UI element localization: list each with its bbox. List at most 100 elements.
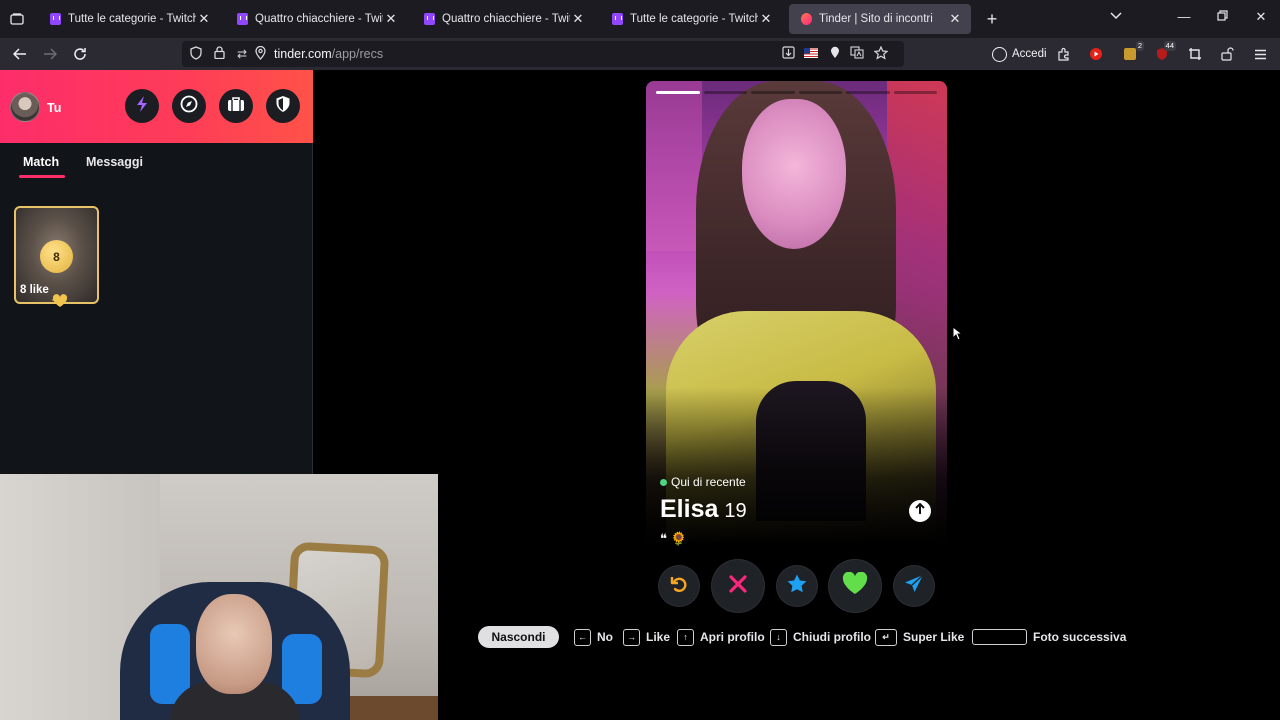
browser-tab-active[interactable]: Tinder | Sito di incontri ✕: [789, 4, 971, 34]
hint-close-profile: ↓ Chiudi profilo: [770, 627, 871, 647]
hint-super-like: ↵ Super Like: [875, 627, 964, 647]
ublock-icon[interactable]: 44: [1152, 41, 1176, 64]
user-name[interactable]: Tu: [47, 101, 61, 115]
sidebar-tabs: Match Messaggi: [0, 143, 313, 183]
profile-age: 19: [724, 500, 747, 522]
tab-list-icon[interactable]: [4, 7, 30, 31]
open-profile-button[interactable]: [909, 500, 931, 522]
download-page-icon[interactable]: [780, 46, 796, 62]
menu-icon[interactable]: [1250, 44, 1270, 64]
avatar[interactable]: [10, 92, 40, 122]
youtube-extension-icon[interactable]: [1086, 44, 1106, 64]
likes-count-badge: 8: [40, 240, 73, 273]
rewind-button[interactable]: [659, 566, 699, 606]
tab-title: Quattro chiacchiere - Twitch: [255, 13, 383, 25]
tab-messaggi[interactable]: Messaggi: [86, 155, 143, 169]
send-button[interactable]: [894, 566, 934, 606]
close-icon[interactable]: ✕: [570, 11, 586, 27]
tracking-shield-icon[interactable]: [188, 46, 204, 62]
hint-like: → Like: [623, 627, 670, 647]
tab-match[interactable]: Match: [18, 155, 66, 178]
action-buttons: [652, 559, 942, 613]
crop-icon[interactable]: [1185, 44, 1205, 64]
browser-nav-bar: ⇄ tinder.com/app/recs Accedi 2 44: [0, 38, 1280, 70]
extension-icon[interactable]: 2: [1120, 41, 1144, 64]
window-close-icon[interactable]: ✕: [1251, 9, 1271, 25]
translate-icon[interactable]: [849, 46, 865, 62]
webcam-person-head: [196, 594, 272, 694]
hint-next-photo-label: Foto successiva: [1033, 630, 1127, 644]
shield-icon: [275, 95, 291, 118]
photo-progress-segment[interactable]: [893, 91, 937, 94]
recently-active-label: Qui di recente: [671, 475, 746, 489]
boost-button[interactable]: [125, 89, 159, 123]
like-icon: [842, 571, 868, 600]
arrow-up-icon: [915, 502, 925, 520]
arrow-right-key-icon: →: [623, 628, 640, 646]
photo-progress-segment[interactable]: [656, 91, 700, 94]
account-icon: [992, 46, 1007, 62]
work-button[interactable]: [219, 89, 253, 123]
hint-next-photo: Foto successiva: [972, 627, 1126, 647]
url-host: tinder.com: [274, 47, 332, 61]
browser-tab[interactable]: Tutte le categorie - Twitch ✕: [38, 4, 220, 34]
url-bar[interactable]: ⇄ tinder.com/app/recs: [182, 41, 904, 67]
close-icon[interactable]: ✕: [758, 11, 774, 27]
permissions-icon[interactable]: ⇄: [234, 46, 250, 62]
likes-you-card[interactable]: 8 8 like: [14, 206, 99, 307]
forward-icon[interactable]: [39, 43, 61, 65]
bookmark-star-icon[interactable]: [873, 45, 889, 62]
explore-icon: [180, 95, 198, 118]
minimize-icon[interactable]: —: [1174, 9, 1194, 24]
nope-button[interactable]: [712, 560, 764, 612]
super-like-button[interactable]: [777, 566, 817, 606]
profile-name-row: Elisa 19: [660, 495, 747, 524]
sign-in-button[interactable]: Accedi: [986, 42, 1053, 66]
reload-icon[interactable]: [69, 43, 91, 65]
extensions-icon[interactable]: [1054, 44, 1074, 64]
browser-tab[interactable]: Tutte le categorie - Twitch ✕: [600, 4, 782, 34]
url-text[interactable]: tinder.com/app/recs: [274, 47, 383, 61]
safety-button[interactable]: [266, 89, 300, 123]
close-icon[interactable]: ✕: [196, 11, 212, 27]
sidebar-header: Tu: [0, 70, 313, 143]
unlock-icon[interactable]: [1217, 44, 1237, 64]
lock-icon[interactable]: [211, 46, 227, 62]
nope-icon: [728, 574, 748, 599]
like-button[interactable]: [829, 560, 881, 612]
location-pin-icon[interactable]: [252, 45, 268, 62]
close-icon[interactable]: ✕: [383, 11, 399, 27]
photo-progress-segment[interactable]: [798, 91, 842, 94]
close-icon[interactable]: ✕: [947, 11, 963, 27]
explore-button[interactable]: [172, 89, 206, 123]
briefcase-icon: [227, 96, 245, 117]
new-tab-icon[interactable]: +: [982, 8, 1002, 30]
back-icon[interactable]: [9, 43, 31, 65]
browser-tab[interactable]: Quattro chiacchiere - Twitch ✕: [225, 4, 407, 34]
chevron-down-icon[interactable]: [1106, 9, 1126, 23]
rewind-icon: [669, 574, 689, 599]
profile-card[interactable]: Qui di recente Elisa 19 ❝ 🌻: [646, 81, 947, 587]
sign-in-label: Accedi: [1012, 48, 1047, 60]
restore-icon[interactable]: [1212, 9, 1232, 24]
likes-label: 8 like: [20, 284, 49, 296]
tab-title: Tinder | Sito di incontri: [819, 13, 933, 25]
hint-super-like-label: Super Like: [903, 630, 965, 644]
hide-hints-button[interactable]: Nascondi: [478, 626, 559, 648]
arrow-left-key-icon: ←: [574, 628, 591, 646]
photo-progress-segment[interactable]: [703, 91, 747, 94]
map-pin-icon[interactable]: [827, 46, 843, 62]
enter-key-icon: ↵: [875, 628, 897, 646]
photo-background: [646, 81, 702, 251]
photo-progress-segment[interactable]: [846, 91, 890, 94]
hint-open-profile: ↑ Apri profilo: [677, 627, 765, 647]
photo-progress-segment[interactable]: [751, 91, 795, 94]
twitch-icon: [424, 13, 435, 25]
bio-text: ❝ 🌻: [660, 531, 687, 546]
photo-progress: [656, 91, 937, 94]
us-flag-icon[interactable]: [803, 46, 819, 62]
extension-badge: 44: [1163, 41, 1176, 51]
tinder-icon: [801, 13, 812, 25]
hint-no: ← No: [574, 627, 613, 647]
browser-tab[interactable]: Quattro chiacchiere - Twitch ✕: [412, 4, 594, 34]
